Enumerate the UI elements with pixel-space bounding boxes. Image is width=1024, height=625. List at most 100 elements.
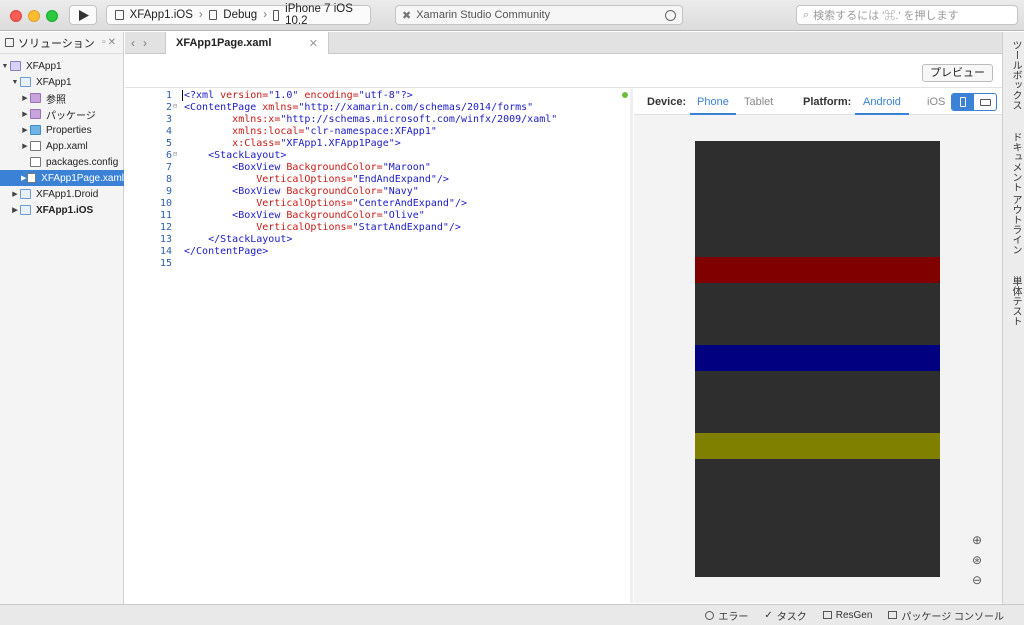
line-number: 3 bbox=[165, 114, 172, 125]
folder-icon bbox=[30, 93, 41, 103]
config-build[interactable]: Debug bbox=[223, 9, 257, 21]
tree-item-packages[interactable]: ▶ パッケージ bbox=[0, 106, 124, 122]
boxview-navy bbox=[695, 345, 940, 371]
preview-button[interactable]: プレビュー bbox=[922, 64, 993, 82]
tree-item-solution[interactable]: ▼ XFApp1 bbox=[0, 58, 124, 74]
resgen-pad-button[interactable]: ResGen bbox=[822, 610, 872, 621]
file-status-indicator bbox=[622, 92, 628, 98]
landscape-orientation-icon[interactable] bbox=[974, 94, 996, 110]
collapse-arrow-icon[interactable]: ▶ bbox=[20, 126, 30, 134]
line-number: 1 bbox=[165, 90, 172, 101]
errors-pad-button[interactable]: エラー bbox=[705, 608, 748, 623]
device-option-phone[interactable]: Phone bbox=[697, 96, 729, 108]
status-text: Xamarin Studio Community bbox=[416, 9, 551, 21]
line-number-gutter: 1 2 3 4 5 6 7 8 9 10 11 12 13 14 15 ⊟ ⊟ bbox=[125, 89, 180, 603]
toolbox-pad-tab[interactable]: ツールボックス bbox=[1008, 40, 1023, 110]
pad-controls[interactable]: ▫✕ bbox=[102, 37, 118, 48]
line-number: 4 bbox=[165, 126, 172, 137]
zoom-fit-icon[interactable]: ⊛ bbox=[969, 553, 985, 569]
orientation-toggle[interactable] bbox=[951, 93, 997, 111]
config-project[interactable]: XFApp1.iOS bbox=[130, 9, 193, 21]
tree-item-references[interactable]: ▶ 参照 bbox=[0, 90, 124, 106]
updates-icon[interactable] bbox=[665, 9, 676, 21]
zoom-in-icon[interactable]: ⊕ bbox=[969, 533, 985, 549]
line-number: 11 bbox=[159, 210, 172, 221]
expand-arrow-icon[interactable]: ▼ bbox=[0, 63, 10, 70]
close-icon[interactable]: ✕ bbox=[309, 37, 318, 50]
run-button[interactable] bbox=[69, 5, 97, 25]
chevron-right-icon: › bbox=[263, 9, 268, 21]
tab-xfapp1page-xaml[interactable]: XFApp1Page.xaml ✕ bbox=[165, 32, 329, 54]
project-icon bbox=[20, 77, 31, 87]
tasks-pad-button[interactable]: ✓ タスク bbox=[764, 608, 806, 623]
package-console-button[interactable]: パッケージ コンソール bbox=[888, 608, 1004, 623]
tree-item-ios-project[interactable]: ▶ XFApp1.iOS bbox=[0, 202, 124, 218]
tree-item-packages-config[interactable]: packages.config bbox=[0, 154, 124, 170]
collapse-arrow-icon[interactable]: ▶ bbox=[20, 110, 30, 118]
console-icon bbox=[888, 611, 898, 619]
code-line: <ContentPage xmlns="http://xamarin.com/s… bbox=[184, 102, 534, 113]
zoom-out-icon[interactable]: ⊖ bbox=[969, 573, 985, 589]
project-icon bbox=[20, 189, 31, 199]
portrait-orientation-icon[interactable] bbox=[952, 94, 974, 110]
collapse-arrow-icon[interactable]: ▶ bbox=[10, 190, 20, 198]
solution-pad: ソリューション ▫✕ ▼ XFApp1 ▼ XFApp1 ▶ 参照 ▶ パッケー… bbox=[0, 32, 124, 604]
tab-navigation-arrows[interactable]: ‹› bbox=[131, 36, 155, 50]
tree-item-properties[interactable]: ▶ Properties bbox=[0, 122, 124, 138]
chevron-right-icon: › bbox=[198, 9, 203, 21]
solution-pad-title: ソリューション bbox=[18, 37, 95, 50]
editor-tab-bar: ‹› XFApp1Page.xaml ✕ bbox=[125, 32, 1002, 54]
expand-arrow-icon[interactable]: ▼ bbox=[10, 79, 20, 86]
run-configuration-selector[interactable]: XFApp1.iOS › Debug › iPhone 7 iOS 10.2 bbox=[106, 3, 371, 27]
line-number: 9 bbox=[165, 186, 172, 197]
configuration-icon bbox=[208, 10, 218, 20]
code-line: VerticalOptions="StartAndExpand"/> bbox=[256, 222, 461, 233]
collapse-arrow-icon[interactable]: ▶ bbox=[20, 94, 30, 102]
line-number: 13 bbox=[159, 234, 172, 245]
line-number: 12 bbox=[159, 222, 172, 233]
line-number: 8 bbox=[165, 174, 172, 185]
platform-option-ios[interactable]: iOS bbox=[927, 96, 945, 108]
tree-item-label: XFApp1 bbox=[36, 76, 72, 88]
text-cursor bbox=[182, 90, 183, 101]
fold-marker-icon[interactable]: ⊟ bbox=[173, 150, 177, 158]
folder-icon bbox=[30, 125, 41, 135]
project-icon bbox=[115, 10, 124, 20]
unit-tests-pad-tab[interactable]: 単体テスト bbox=[1008, 276, 1023, 326]
code-line: <StackLayout> bbox=[208, 150, 287, 161]
line-number: 5 bbox=[165, 138, 172, 149]
tree-item-label: XFApp1Page.xaml bbox=[41, 172, 124, 184]
search-input[interactable]: ⌕ 検索するには '⌘.' を押します bbox=[796, 5, 1018, 25]
window-close-button[interactable] bbox=[10, 10, 22, 22]
error-icon bbox=[705, 610, 715, 620]
previewer-toolbar: Device: Phone Tablet Platform: Android i… bbox=[634, 89, 1002, 115]
tree-item-project[interactable]: ▼ XFApp1 bbox=[0, 74, 124, 90]
device-preview-screen bbox=[695, 141, 940, 577]
platform-label: Platform: bbox=[803, 96, 852, 108]
tree-item-xfapp1page-xaml[interactable]: ▶ XFApp1Page.xaml bbox=[0, 170, 124, 186]
tree-item-label: Properties bbox=[46, 124, 92, 136]
config-device[interactable]: iPhone 7 iOS 10.2 bbox=[285, 3, 362, 27]
line-number: 2 bbox=[165, 102, 172, 113]
document-outline-pad-tab[interactable]: ドキュメント アウトライン bbox=[1008, 132, 1023, 255]
tree-item-droid-project[interactable]: ▶ XFApp1.Droid bbox=[0, 186, 124, 202]
solution-pad-header: ソリューション ▫✕ bbox=[0, 32, 123, 54]
xaml-file-icon bbox=[30, 141, 41, 151]
boxview-olive bbox=[695, 433, 940, 459]
code-line: VerticalOptions="CenterAndExpand"/> bbox=[256, 198, 467, 209]
tree-item-label: App.xaml bbox=[46, 140, 88, 152]
tree-item-app-xaml[interactable]: ▶ App.xaml bbox=[0, 138, 124, 154]
fold-marker-icon[interactable]: ⊟ bbox=[173, 102, 177, 110]
editor-header: プレビュー bbox=[125, 55, 1002, 88]
collapse-arrow-icon[interactable]: ▶ bbox=[20, 142, 30, 150]
code-editor[interactable]: <?xml version="1.0" encoding="utf-8"?> <… bbox=[181, 89, 619, 603]
platform-option-android[interactable]: Android bbox=[863, 96, 901, 108]
collapse-arrow-icon[interactable]: ▶ bbox=[10, 206, 20, 214]
phone-icon bbox=[273, 9, 280, 21]
device-option-tablet[interactable]: Tablet bbox=[744, 96, 773, 108]
xaml-previewer: Device: Phone Tablet Platform: Android i… bbox=[634, 89, 1002, 603]
collapse-arrow-icon[interactable]: ▶ bbox=[20, 174, 27, 182]
window-minimize-button[interactable] bbox=[28, 10, 40, 22]
line-number: 6 bbox=[165, 150, 172, 161]
window-maximize-button[interactable] bbox=[46, 10, 58, 22]
